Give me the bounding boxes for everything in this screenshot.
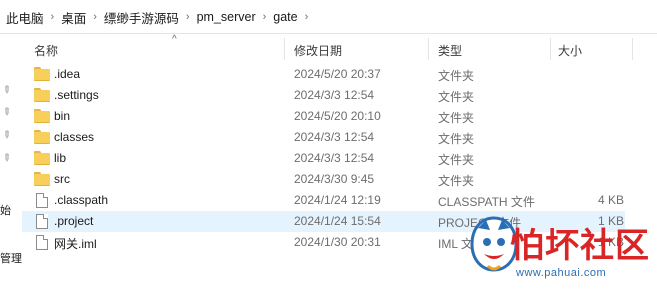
chevron-right-icon[interactable]: › [48, 11, 58, 23]
file-name: classes [54, 130, 95, 144]
column-divider[interactable] [550, 38, 551, 60]
file-name: .idea [54, 67, 81, 81]
column-header-date[interactable]: 修改日期 [294, 42, 342, 59]
file-name: lib [54, 151, 67, 165]
file-name: .classpath [54, 193, 109, 207]
file-row[interactable]: .idea 2024/5/20 20:37 文件夹 [22, 64, 625, 85]
file-modified-date: 2024/3/3 12:54 [294, 130, 375, 144]
file-modified-date: 2024/1/24 15:54 [294, 214, 381, 228]
file-name: .settings [54, 88, 99, 102]
folder-icon [34, 67, 50, 82]
file-row[interactable]: src 2024/3/30 9:45 文件夹 [22, 169, 625, 190]
file-row[interactable]: classes 2024/3/3 12:54 文件夹 [22, 127, 625, 148]
navigation-pane[interactable]: ✎ ✎ ✎ ✎ 始 管理 [0, 34, 22, 289]
file-modified-date: 2024/3/3 12:54 [294, 151, 375, 165]
column-divider[interactable] [632, 38, 633, 60]
chevron-right-icon[interactable]: › [90, 11, 100, 23]
folder-icon [34, 88, 50, 103]
breadcrumb-item-gate[interactable]: gate [269, 10, 301, 24]
file-modified-date: 2024/1/30 20:31 [294, 235, 381, 249]
file-type: CLASSPATH 文件 [438, 195, 535, 209]
column-header-name[interactable]: 名称 [34, 42, 58, 59]
file-type: 文件夹 [438, 90, 475, 104]
watermark-title: 怕坏社区 [510, 226, 650, 266]
sort-ascending-icon: ^ [172, 34, 177, 45]
file-modified-date: 2024/1/24 12:19 [294, 193, 381, 207]
pin-icon: ✎ [0, 128, 13, 143]
chevron-right-icon[interactable]: › [302, 11, 312, 23]
file-icon [34, 193, 50, 208]
file-type: 文件夹 [438, 153, 475, 167]
column-divider[interactable] [428, 38, 429, 60]
file-name: src [54, 172, 70, 186]
breadcrumb: 此电脑 › 桌面 › 缥缈手游源码 › pm_server › gate › [0, 0, 311, 34]
address-bar[interactable]: 此电脑 › 桌面 › 缥缈手游源码 › pm_server › gate › [0, 0, 657, 34]
file-size: 4 KB [597, 193, 624, 207]
chevron-right-icon[interactable]: › [260, 11, 270, 23]
file-type: 文件夹 [438, 111, 475, 125]
nav-item-fragment[interactable]: 管理 [0, 250, 22, 266]
column-header-size[interactable]: 大小 [558, 42, 582, 59]
pin-icon: ✎ [0, 151, 13, 166]
folder-icon [34, 130, 50, 145]
file-type: 文件夹 [438, 174, 475, 188]
file-row[interactable]: .classpath 2024/1/24 12:19 CLASSPATH 文件 4 K… [22, 190, 625, 211]
watermark-url: www.pahuai.com [516, 267, 607, 279]
breadcrumb-item-this-pc[interactable]: 此电脑 [2, 8, 48, 27]
file-row[interactable]: .settings 2024/3/3 12:54 文件夹 [22, 85, 625, 106]
file-name: 网关.iml [54, 237, 97, 251]
column-headers: ^ 名称 修改日期 类型 大小 [22, 34, 657, 64]
file-icon [34, 235, 50, 250]
file-modified-date: 2024/5/20 20:10 [294, 109, 381, 123]
pin-icon: ✎ [0, 83, 13, 98]
file-row[interactable]: lib 2024/3/3 12:54 文件夹 [22, 148, 625, 169]
file-name: .project [54, 214, 94, 228]
breadcrumb-item-source-folder[interactable]: 缥缈手游源码 [100, 8, 183, 27]
file-type: 文件夹 [438, 69, 475, 83]
file-icon [34, 214, 50, 229]
breadcrumb-item-pm-server[interactable]: pm_server [193, 10, 260, 24]
file-modified-date: 2024/5/20 20:37 [294, 67, 381, 81]
column-header-type[interactable]: 类型 [438, 42, 462, 59]
watermark: 怕坏社区 www.pahuai.com [468, 212, 657, 289]
breadcrumb-item-desktop[interactable]: 桌面 [57, 8, 90, 27]
file-type: 文件夹 [438, 132, 475, 146]
file-modified-date: 2024/3/3 12:54 [294, 88, 375, 102]
file-modified-date: 2024/3/30 9:45 [294, 172, 375, 186]
folder-icon [34, 109, 50, 124]
folder-icon [34, 151, 50, 166]
file-name: bin [54, 109, 71, 123]
pin-icon: ✎ [0, 105, 13, 120]
chevron-right-icon[interactable]: › [183, 11, 193, 23]
folder-icon [34, 172, 50, 187]
column-divider[interactable] [284, 38, 285, 60]
nav-item-fragment[interactable]: 始 [0, 202, 11, 218]
file-row[interactable]: bin 2024/5/20 20:10 文件夹 [22, 106, 625, 127]
